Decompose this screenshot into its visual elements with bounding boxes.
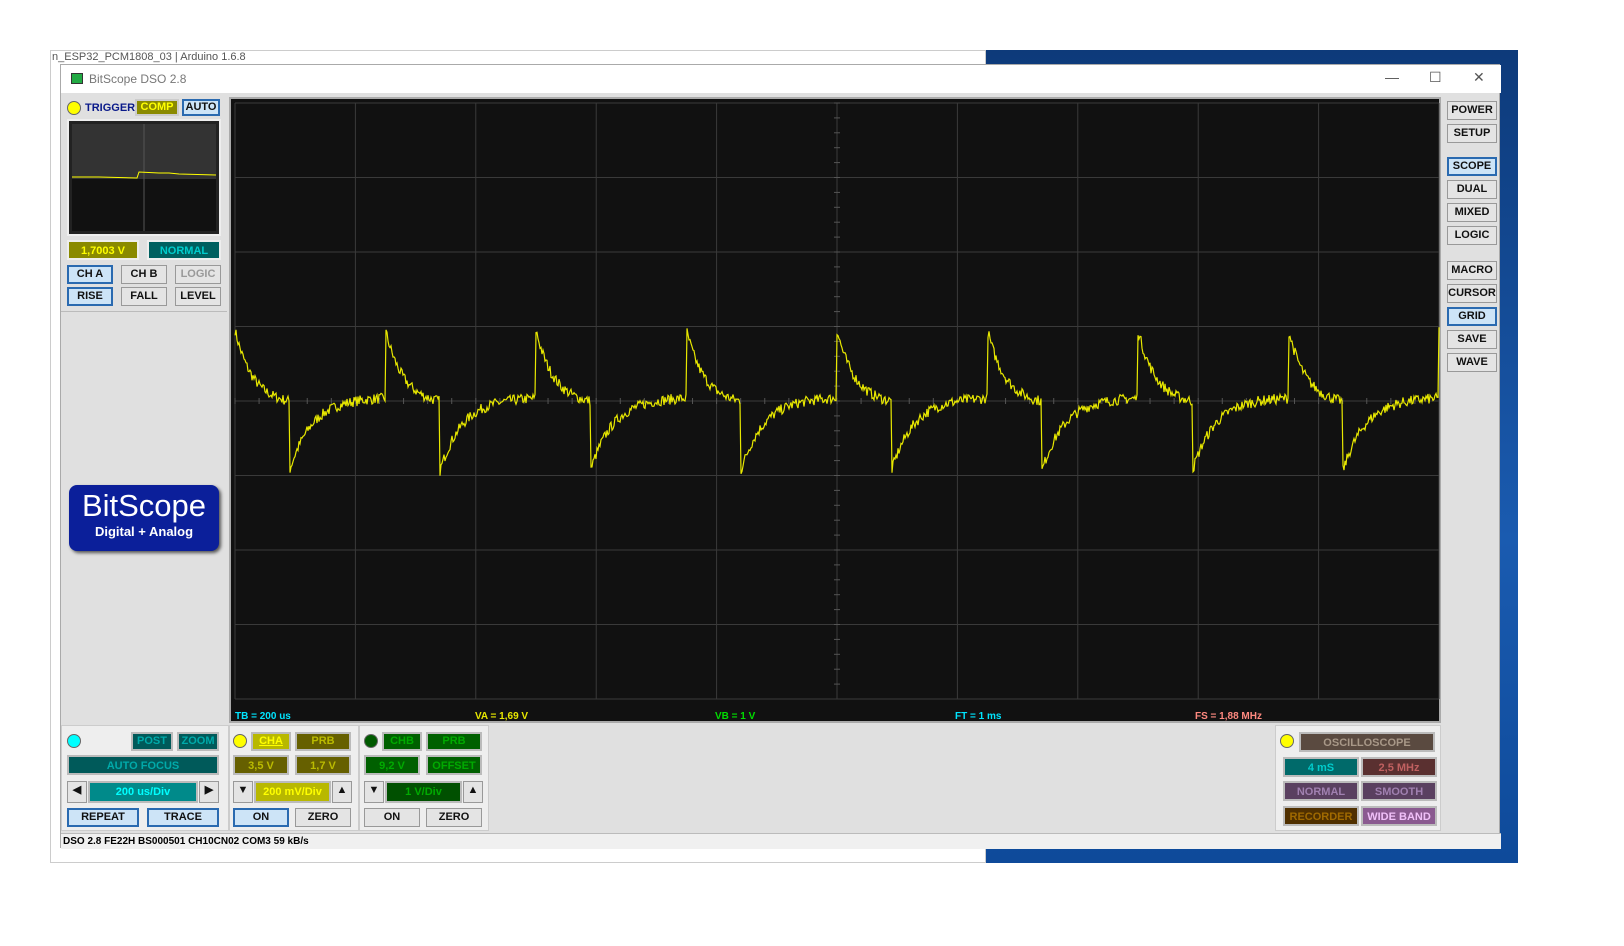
title-bar: BitScope DSO 2.8 — ☐ ✕ xyxy=(61,65,1501,93)
cha-probe-button[interactable]: PRB xyxy=(295,732,351,751)
bitscope-logo: BitScope Digital + Analog xyxy=(69,485,219,551)
fs-readout: FS = 1,88 MHz xyxy=(1195,711,1262,722)
trace-button[interactable]: TRACE xyxy=(147,808,219,827)
window-title: BitScope DSO 2.8 xyxy=(89,72,187,86)
chb-vdiv-value[interactable]: 1 V/Div xyxy=(385,781,462,803)
menu-setup-button[interactable]: SETUP xyxy=(1447,124,1497,143)
waveform-plot xyxy=(234,102,1440,700)
cha-offset[interactable]: 1,7 V xyxy=(295,755,351,775)
menu-wave-button[interactable]: WAVE xyxy=(1447,353,1497,372)
timebase-decrease-button[interactable]: ◀ xyxy=(67,781,87,803)
ft-readout: FT = 1 ms xyxy=(955,711,1002,722)
tb-readout: TB = 200 us xyxy=(235,711,291,722)
status-bar: DSO 2.8 FE22H BS000501 CH10CN02 COM3 59 … xyxy=(61,833,1501,849)
chb-button[interactable]: CHB xyxy=(382,732,422,751)
zoom-button[interactable]: ZOOM xyxy=(177,732,219,751)
cha-range[interactable]: 3,5 V xyxy=(233,755,289,775)
chb-offset-button[interactable]: OFFSET xyxy=(426,755,482,775)
maximize-button[interactable]: ☐ xyxy=(1429,69,1442,86)
va-readout: VA = 1,69 V xyxy=(475,711,529,722)
arduino-title: n_ESP32_PCM1808_03 | Arduino 1.6.8 xyxy=(52,51,246,63)
trigger-label: TRIGGER xyxy=(85,102,136,114)
auto-focus-button[interactable]: AUTO FOCUS xyxy=(67,755,219,775)
comp-button[interactable]: COMP xyxy=(135,99,179,116)
minimize-button[interactable]: — xyxy=(1385,69,1399,85)
logo-name: BitScope xyxy=(81,488,207,523)
cha-led xyxy=(233,734,247,748)
timebase-led xyxy=(67,734,81,748)
trigger-source-cha[interactable]: CH A xyxy=(67,265,113,284)
app-icon xyxy=(71,73,83,84)
normal-button[interactable]: NORMAL xyxy=(1283,781,1359,801)
vb-readout: VB = 1 V xyxy=(715,711,756,722)
cha-vdiv-value[interactable]: 200 mV/Div xyxy=(254,781,331,803)
trigger-source-logic[interactable]: LOGIC xyxy=(175,265,221,284)
chb-zero-button[interactable]: ZERO xyxy=(426,808,482,827)
cha-zero-button[interactable]: ZERO xyxy=(295,808,351,827)
chb-probe-button[interactable]: PRB xyxy=(426,732,482,751)
chb-on-button[interactable]: ON xyxy=(364,808,420,827)
divider xyxy=(61,311,227,312)
smooth-button[interactable]: SMOOTH xyxy=(1361,781,1437,801)
wide-band-button[interactable]: WIDE BAND xyxy=(1361,806,1437,826)
menu-grid-button[interactable]: GRID xyxy=(1447,307,1497,326)
sample-rate-value[interactable]: 2,5 MHz xyxy=(1361,757,1437,777)
trigger-preview xyxy=(67,119,221,236)
trigger-led xyxy=(67,101,81,115)
mode-led xyxy=(1280,734,1294,748)
auto-button[interactable]: AUTO xyxy=(182,99,220,116)
trigger-level-value[interactable]: 1,7003 V xyxy=(67,240,139,260)
menu-dual-button[interactable]: DUAL xyxy=(1447,180,1497,199)
menu-macro-button[interactable]: MACRO xyxy=(1447,261,1497,280)
chb-range[interactable]: 9,2 V xyxy=(364,755,420,775)
trigger-level[interactable]: LEVEL xyxy=(175,287,221,306)
cha-decrease-button[interactable]: ▼ xyxy=(233,781,253,803)
chb-led xyxy=(364,734,378,748)
timebase-increase-button[interactable]: ▶ xyxy=(199,781,219,803)
trigger-preview-plot xyxy=(72,124,217,231)
post-button[interactable]: POST xyxy=(131,732,173,751)
trigger-fall[interactable]: FALL xyxy=(121,287,167,306)
trigger-source-chb[interactable]: CH B xyxy=(121,265,167,284)
cha-increase-button[interactable]: ▲ xyxy=(332,781,352,803)
menu-power-button[interactable]: POWER xyxy=(1447,101,1497,120)
chb-decrease-button[interactable]: ▼ xyxy=(364,781,384,803)
trigger-rise[interactable]: RISE xyxy=(67,287,113,306)
recorder-button[interactable]: RECORDER xyxy=(1283,806,1359,826)
menu-mixed-button[interactable]: MIXED xyxy=(1447,203,1497,222)
close-button[interactable]: ✕ xyxy=(1473,69,1485,86)
repeat-button[interactable]: REPEAT xyxy=(67,808,139,827)
menu-cursor-button[interactable]: CURSOR xyxy=(1447,284,1497,303)
cha-button[interactable]: CHA xyxy=(251,732,291,751)
duration-value[interactable]: 4 mS xyxy=(1283,757,1359,777)
menu-logic-button[interactable]: LOGIC xyxy=(1447,226,1497,245)
cha-on-button[interactable]: ON xyxy=(233,808,289,827)
logo-tagline: Digital + Analog xyxy=(94,524,194,539)
timebase-value[interactable]: 200 us/Div xyxy=(88,781,198,803)
bitscope-window: BitScope DSO 2.8 — ☐ ✕ TRIGGER COMP AUTO… xyxy=(60,64,1501,849)
trigger-mode[interactable]: NORMAL xyxy=(147,240,221,260)
scope-display: TB = 200 us VA = 1,69 V VB = 1 V FT = 1 … xyxy=(229,97,1441,723)
menu-save-button[interactable]: SAVE xyxy=(1447,330,1497,349)
menu-scope-button[interactable]: SCOPE xyxy=(1447,157,1497,176)
oscilloscope-mode-button[interactable]: OSCILLOSCOPE xyxy=(1299,732,1435,752)
chb-increase-button[interactable]: ▲ xyxy=(463,781,483,803)
